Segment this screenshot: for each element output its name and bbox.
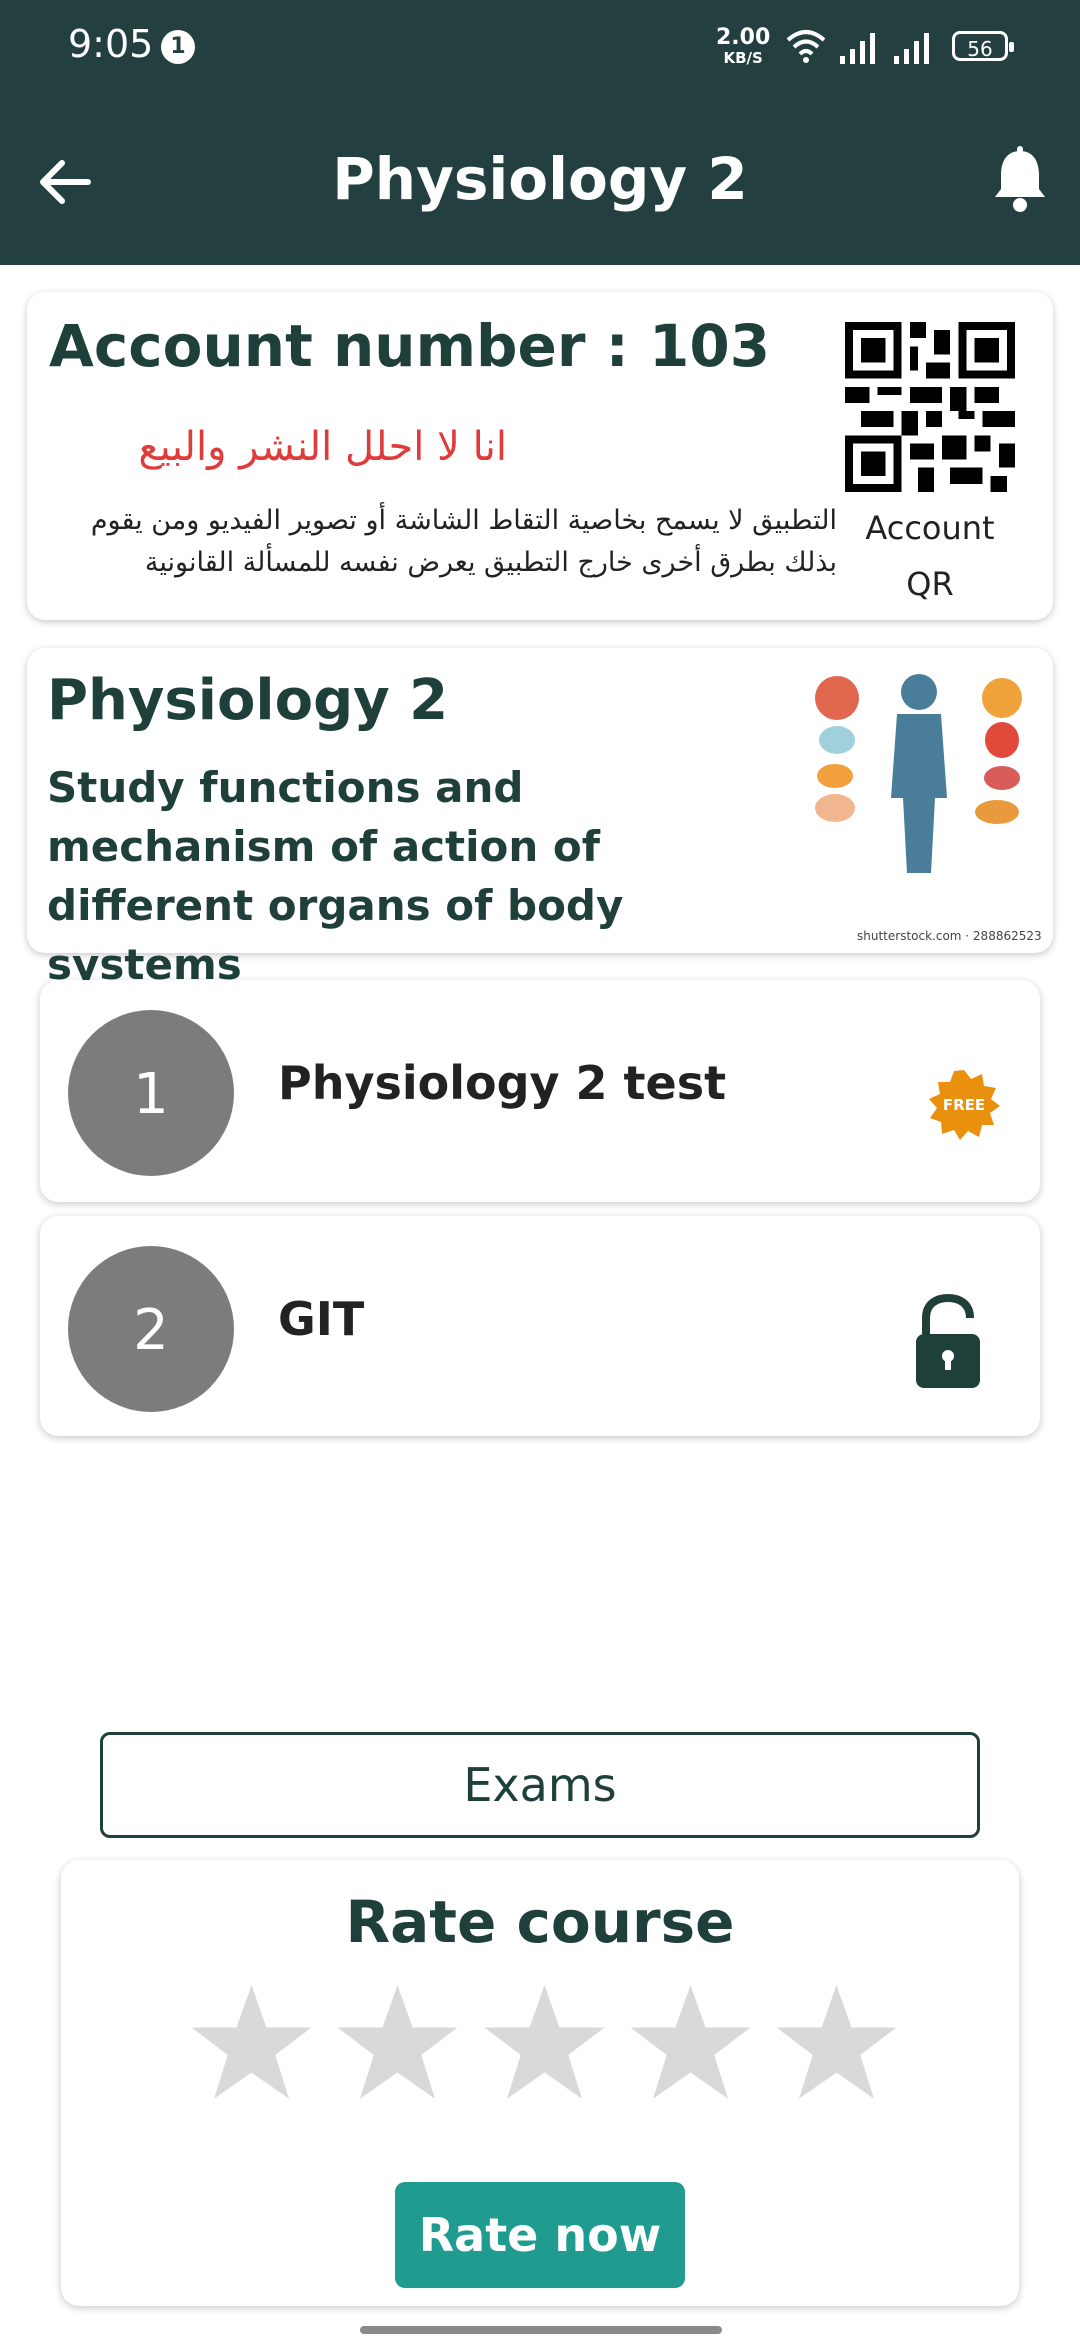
star-icon-1[interactable] [189,1980,314,2105]
qr-code-icon[interactable] [845,322,1015,492]
rate-course-card: Rate course Rate now [61,1860,1019,2306]
battery-icon: 56 [952,31,1014,61]
lesson-title: Physiology 2 test [278,1056,727,1110]
lesson-title: GIT [278,1292,365,1346]
course-info-card: Physiology 2 Study functions and mechani… [27,648,1053,989]
arrow-left-icon[interactable] [30,147,100,217]
signal-icon-2 [894,33,929,64]
lesson-item-2[interactable]: 2 GIT [40,1216,1040,1436]
notification-count-badge: 1 [161,30,195,64]
star-icon-5[interactable] [774,1980,899,2105]
course-description: Study functions and mechanism of action … [47,763,624,989]
free-badge-icon: FREE [929,1070,1000,1140]
exams-button[interactable]: Exams [100,1732,980,1838]
star-icon-4[interactable] [628,1980,753,2105]
network-speed: 2.00 KB/S [716,25,771,68]
star-icon-2[interactable] [335,1980,460,2105]
account-card: Account number : 103 انا لا احلل النشر و… [27,292,1053,620]
lesson-number: 2 [68,1246,234,1412]
screenshot-notice: التطبيق لا يسمح بخاصية التقاط الشاشة أو … [90,505,837,578]
image-caption: shutterstock.com · 288862523 [857,929,1042,943]
rate-now-button[interactable]: Rate now [395,2182,685,2288]
lesson-item-1[interactable]: 1 Physiology 2 test FREE [40,980,1040,1202]
home-indicator[interactable] [360,2326,722,2334]
page-title: Physiology 2 [332,145,748,213]
status-bar: 9:05 1 2.00 KB/S 56 [0,0,1080,95]
lock-icon [916,1294,980,1388]
star-icon-3[interactable] [482,1980,607,2105]
body-organs-illustration: shutterstock.com · 288862523 [815,674,1042,943]
net-speed-value: 2.00 [716,25,771,50]
free-badge-label: FREE [943,1096,985,1114]
rate-course-title: Rate course [345,1888,735,1956]
star-rating[interactable] [189,1980,899,2110]
account-number: Account number : 103 [49,312,771,380]
lesson-number: 1 [68,1010,234,1176]
course-title: Physiology 2 [47,668,449,733]
bell-icon[interactable] [990,145,1050,215]
qr-label: Account QR [865,509,995,603]
app-bar: Physiology 2 [0,95,1080,265]
net-speed-unit: KB/S [723,49,763,67]
signal-icon [840,33,875,64]
clock: 9:05 [68,22,154,66]
wifi-icon [786,30,826,63]
account-warning: انا لا احلل النشر والبيع [138,424,507,470]
